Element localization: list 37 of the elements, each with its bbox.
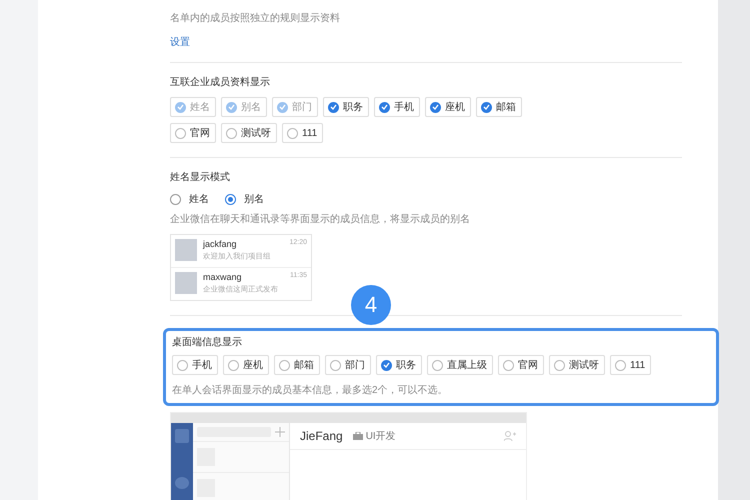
name-mode-radio[interactable]: 别名 <box>225 192 264 206</box>
name-mode-radio[interactable]: 姓名 <box>170 192 209 206</box>
photo-placeholder <box>175 239 197 261</box>
settings-link[interactable]: 设置 <box>170 35 190 49</box>
option-checkbox[interactable]: 111 <box>282 123 324 143</box>
option-checkbox[interactable]: 座机 <box>425 97 471 117</box>
option-checkbox[interactable]: 测试呀 <box>221 123 277 143</box>
option-checkbox[interactable]: 邮箱 <box>476 97 522 117</box>
contact-name: maxwang <box>203 272 242 282</box>
mode-description: 企业微信在聊天和通讯录等界面显示的成员信息，将显示成员的别名 <box>170 212 471 226</box>
option-checkbox[interactable]: 官网 <box>170 123 216 143</box>
option-checkbox[interactable]: 部门 <box>325 355 371 375</box>
photo-placeholder <box>175 272 197 294</box>
section-title: 互联企业成员资料显示 <box>170 76 271 89</box>
step-badge: 4 <box>351 285 391 325</box>
plus-icon <box>275 427 285 437</box>
add-person-icon[interactable] <box>504 431 516 441</box>
chat-icon <box>175 477 189 489</box>
section-description: 名单内的成员按照独立的规则显示资料 <box>170 12 341 25</box>
option-checkbox[interactable]: 官网 <box>498 355 544 375</box>
option-checkbox[interactable]: 座机 <box>223 355 269 375</box>
department-label: UI开发 <box>366 430 396 443</box>
option-checkbox[interactable]: 职务 <box>376 355 422 375</box>
app-logo-icon <box>175 429 189 443</box>
option-checkbox[interactable]: 邮箱 <box>274 355 320 375</box>
option-checkbox[interactable]: 手机 <box>172 355 218 375</box>
option-checkbox[interactable]: 测试呀 <box>549 355 605 375</box>
contact-name: jackfang <box>203 239 237 249</box>
briefcase-icon <box>352 432 363 440</box>
chat-contact-name: JieFang <box>300 429 343 443</box>
option-checkbox[interactable]: 职务 <box>323 97 369 117</box>
section-title: 姓名显示模式 <box>170 170 231 184</box>
section-title: 桌面端信息显示 <box>172 336 243 349</box>
section-note: 在单人会话界面显示的成员基本信息，最多选2个，可以不选。 <box>172 384 449 397</box>
option-checkbox[interactable]: 111 <box>610 355 652 375</box>
option-checkbox[interactable]: 直属上级 <box>427 355 493 375</box>
option-checkbox[interactable]: 手机 <box>374 97 420 117</box>
